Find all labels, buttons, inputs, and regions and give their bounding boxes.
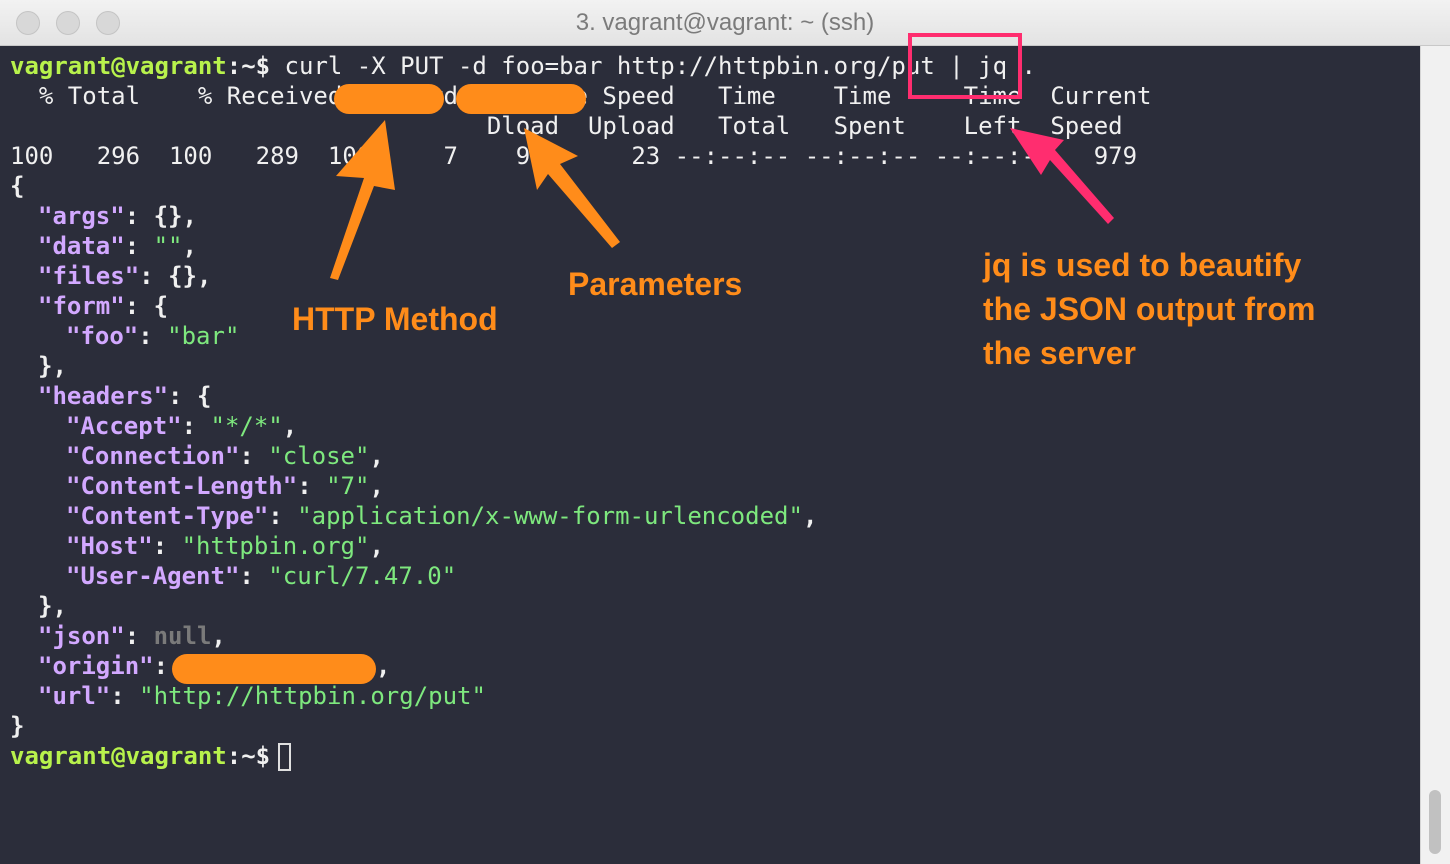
- http-method-label: HTTP Method: [292, 301, 498, 337]
- jq-note-label: jq is used to beautify the JSON output f…: [983, 247, 1316, 371]
- jq-arrow-icon: [1010, 128, 1114, 224]
- parameters-arrow-icon: [524, 128, 620, 248]
- http-method-arrow-icon: [330, 120, 395, 280]
- parameters-label: Parameters: [568, 266, 743, 302]
- annotation-arrows: [330, 120, 1114, 280]
